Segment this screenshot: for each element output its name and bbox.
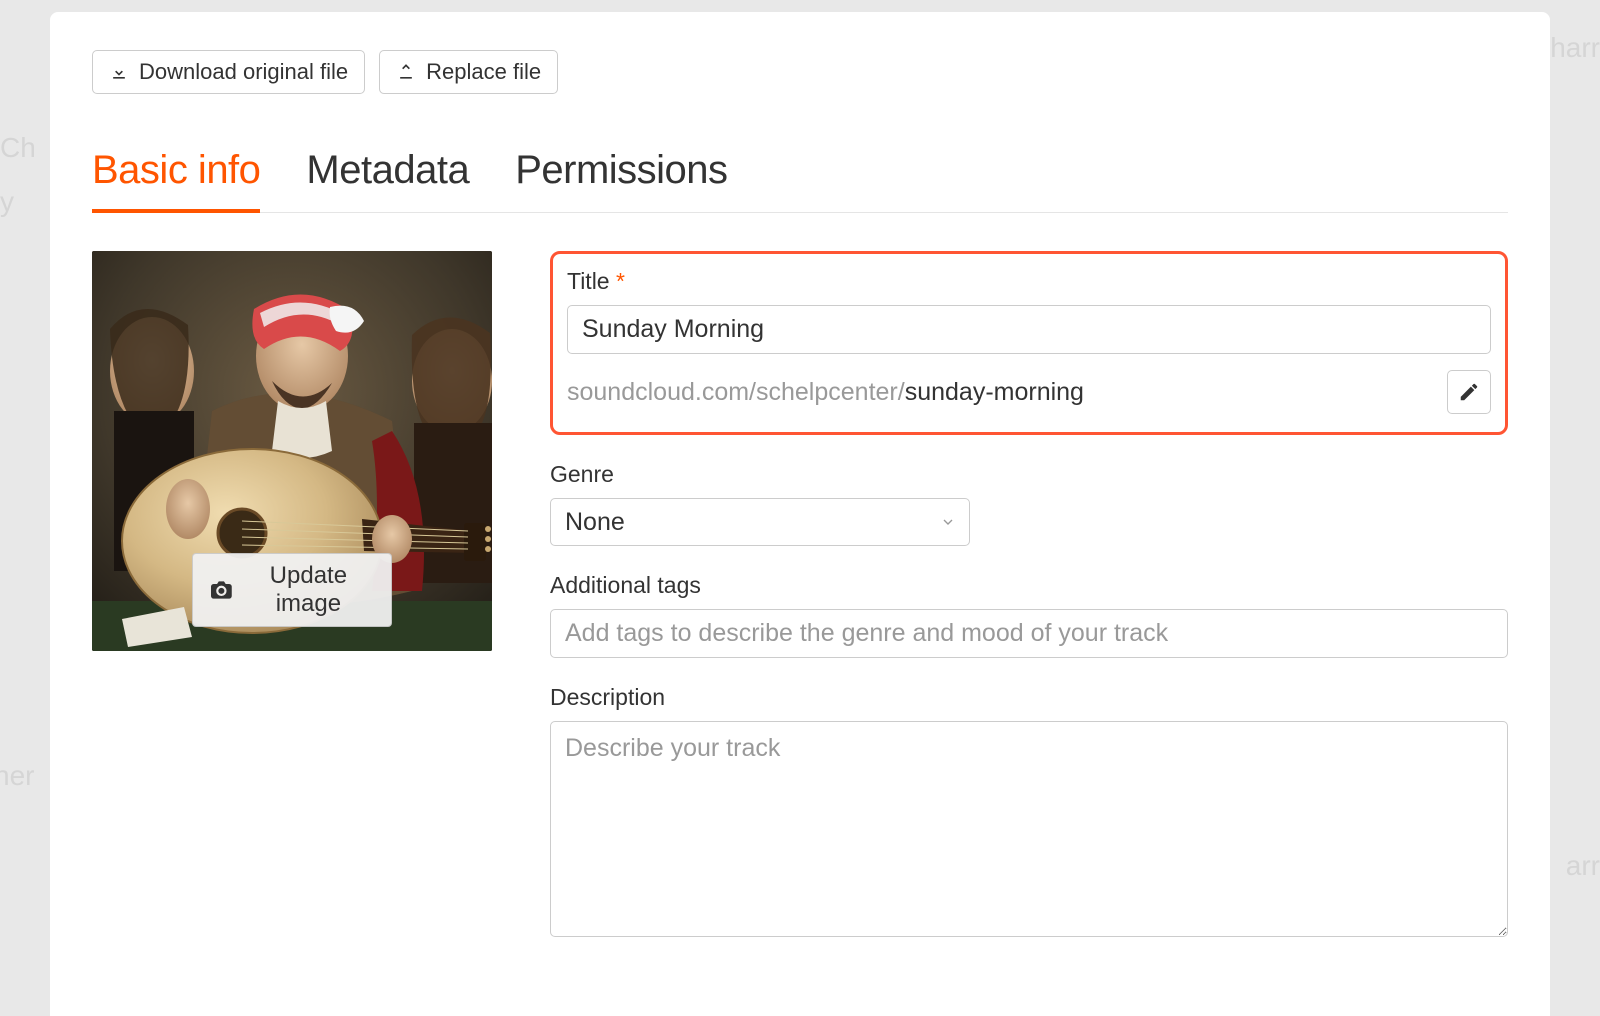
tab-bar: Basic info Metadata Permissions — [92, 148, 1508, 213]
edit-track-modal: Download original file Replace file Basi… — [50, 12, 1550, 1016]
top-actions: Download original file Replace file — [92, 50, 1508, 94]
camera-icon — [211, 580, 232, 600]
description-label: Description — [550, 684, 1508, 711]
download-icon — [109, 62, 129, 82]
bg-fragment: y — [0, 186, 14, 218]
genre-group: Genre None — [550, 461, 1508, 546]
bg-fragment: her — [0, 760, 34, 792]
tags-label: Additional tags — [550, 572, 1508, 599]
tab-basic-info[interactable]: Basic info — [92, 148, 260, 213]
tags-input[interactable] — [550, 609, 1508, 658]
tab-permissions[interactable]: Permissions — [515, 148, 727, 213]
edit-permalink-button[interactable] — [1447, 370, 1491, 414]
download-label: Download original file — [139, 59, 348, 85]
title-permalink-group: Title * soundcloud.com/schelpcenter/sund… — [550, 251, 1508, 435]
pencil-icon — [1458, 381, 1480, 403]
required-asterisk: * — [616, 268, 625, 294]
form-content: Update image Title * soundcloud.com/sche… — [92, 251, 1508, 968]
title-input[interactable] — [567, 305, 1491, 354]
replace-file-button[interactable]: Replace file — [379, 50, 558, 94]
bg-fragment: Ch — [0, 132, 36, 164]
permalink-slug: sunday-morning — [905, 378, 1084, 406]
bg-fragment: harr — [1550, 32, 1600, 64]
genre-select[interactable]: None — [550, 498, 970, 546]
description-textarea[interactable] — [550, 721, 1508, 937]
tags-group: Additional tags — [550, 572, 1508, 658]
bg-fragment: arr — [1566, 850, 1600, 882]
title-label: Title * — [567, 268, 1491, 295]
update-image-label: Update image — [244, 562, 373, 618]
update-image-button[interactable]: Update image — [192, 553, 392, 627]
description-group: Description — [550, 684, 1508, 942]
genre-label: Genre — [550, 461, 1508, 488]
tab-metadata[interactable]: Metadata — [306, 148, 469, 213]
track-artwork: Update image — [92, 251, 492, 651]
upload-icon — [396, 62, 416, 82]
form-fields: Title * soundcloud.com/schelpcenter/sund… — [550, 251, 1508, 968]
permalink-row: soundcloud.com/schelpcenter/sunday-morni… — [567, 370, 1491, 414]
download-original-button[interactable]: Download original file — [92, 50, 365, 94]
replace-label: Replace file — [426, 59, 541, 85]
permalink-prefix: soundcloud.com/schelpcenter/ — [567, 378, 905, 406]
